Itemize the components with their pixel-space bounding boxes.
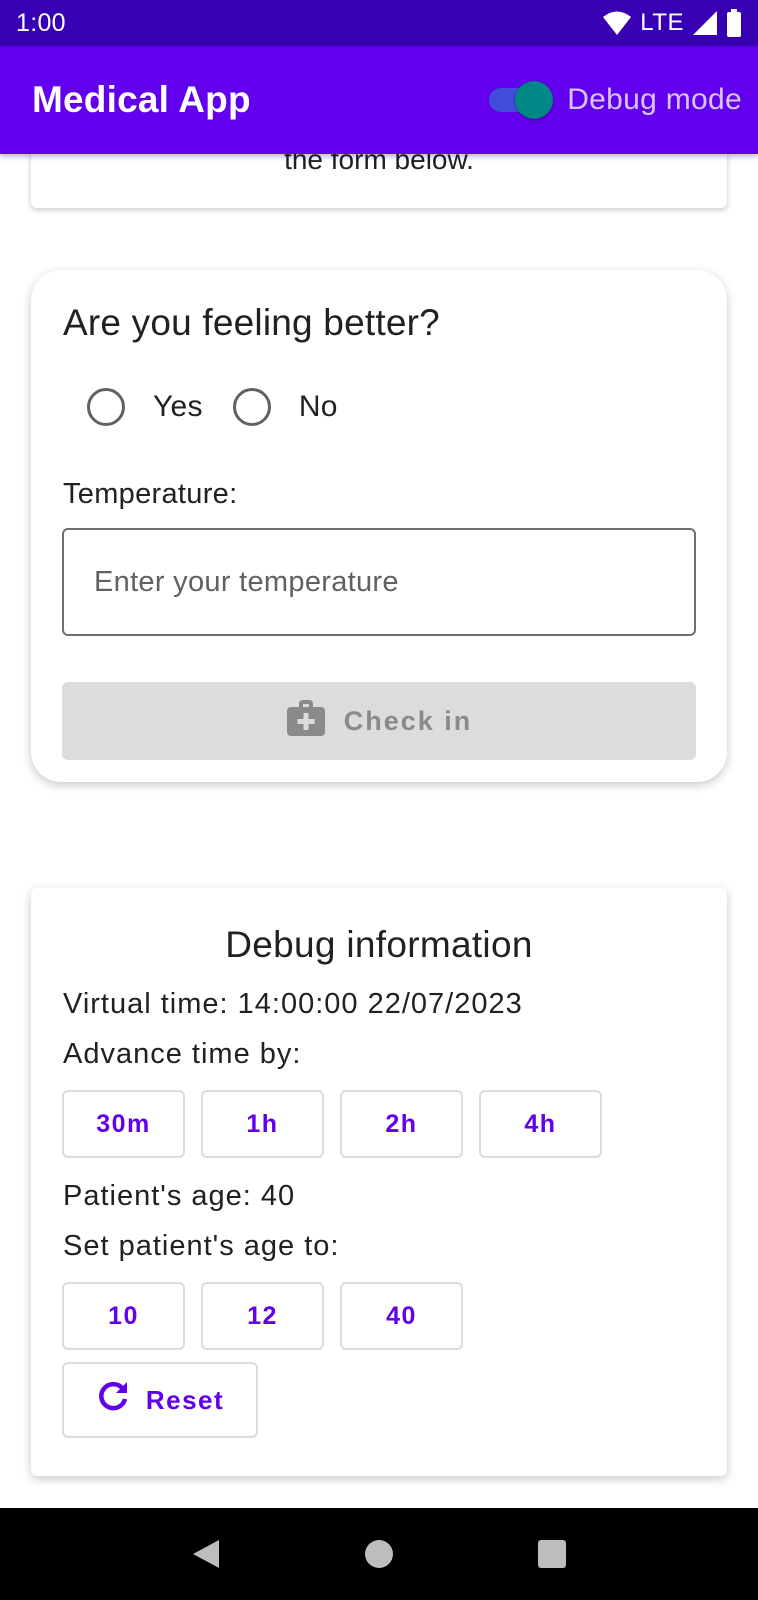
intro-text: the form below. xyxy=(284,154,474,175)
set-age-label: Set patient's age to: xyxy=(63,1230,340,1262)
age-10-button[interactable]: 10 xyxy=(62,1282,185,1350)
feeling-radio-group: Yes No xyxy=(87,388,368,426)
advance-30m-button[interactable]: 30m xyxy=(62,1090,185,1158)
network-type: LTE xyxy=(640,9,684,36)
medical-kit-icon xyxy=(286,699,326,744)
temperature-input[interactable] xyxy=(62,528,696,636)
advance-1h-button[interactable]: 1h xyxy=(201,1090,324,1158)
radio-option-no[interactable]: No xyxy=(232,388,338,426)
advance-2h-button[interactable]: 2h xyxy=(340,1090,463,1158)
advance-time-label: Advance time by: xyxy=(63,1038,302,1070)
debug-mode-toggle[interactable]: Debug mode xyxy=(487,80,742,120)
form-question: Are you feeling better? xyxy=(63,302,440,343)
age-40-button[interactable]: 40 xyxy=(340,1282,463,1350)
back-icon[interactable] xyxy=(176,1524,236,1584)
recents-icon[interactable] xyxy=(522,1524,582,1584)
checkin-button[interactable]: Check in xyxy=(62,682,696,760)
app-title: Medical App xyxy=(32,79,251,120)
cell-signal-icon xyxy=(692,10,718,36)
patient-age: Patient's age: 40 xyxy=(63,1180,296,1212)
intro-card: the form below. xyxy=(31,154,727,208)
debug-switch[interactable] xyxy=(487,80,554,120)
radio-button-yes[interactable] xyxy=(87,388,125,426)
status-time: 1:00 xyxy=(16,8,66,37)
radio-button-no[interactable] xyxy=(232,388,271,426)
debug-info-card: Debug information Virtual time: 14:00:00… xyxy=(31,888,727,1476)
system-nav-bar xyxy=(0,1508,758,1600)
scroll-content[interactable]: the form below. Are you feeling better? … xyxy=(0,154,758,1508)
temperature-label: Temperature: xyxy=(63,478,238,510)
debug-title: Debug information xyxy=(225,924,533,965)
radio-label-yes: Yes xyxy=(153,390,203,423)
home-icon[interactable] xyxy=(349,1524,409,1584)
app-bar: Medical App Debug mode xyxy=(0,46,758,154)
virtual-time: Virtual time: 14:00:00 22/07/2023 xyxy=(63,988,523,1020)
set-age-buttons: 10 12 40 xyxy=(62,1282,463,1350)
checkin-form-card: Are you feeling better? Yes No Temperatu… xyxy=(31,270,727,782)
switch-thumb xyxy=(515,81,554,119)
advance-time-buttons: 30m 1h 2h 4h xyxy=(62,1090,602,1158)
checkin-button-label: Check in xyxy=(343,705,473,736)
advance-4h-button[interactable]: 4h xyxy=(479,1090,602,1158)
status-icons: LTE xyxy=(602,9,742,37)
battery-icon xyxy=(726,9,742,37)
age-12-button[interactable]: 12 xyxy=(201,1282,324,1350)
reset-button-label: Reset xyxy=(145,1384,225,1415)
radio-label-no: No xyxy=(298,390,338,423)
reset-button[interactable]: Reset xyxy=(62,1362,258,1438)
status-bar: 1:00 LTE xyxy=(0,0,758,46)
debug-mode-label: Debug mode xyxy=(567,83,742,116)
wifi-icon xyxy=(602,10,632,36)
radio-option-yes[interactable]: Yes xyxy=(87,388,203,426)
refresh-icon xyxy=(96,1380,130,1421)
